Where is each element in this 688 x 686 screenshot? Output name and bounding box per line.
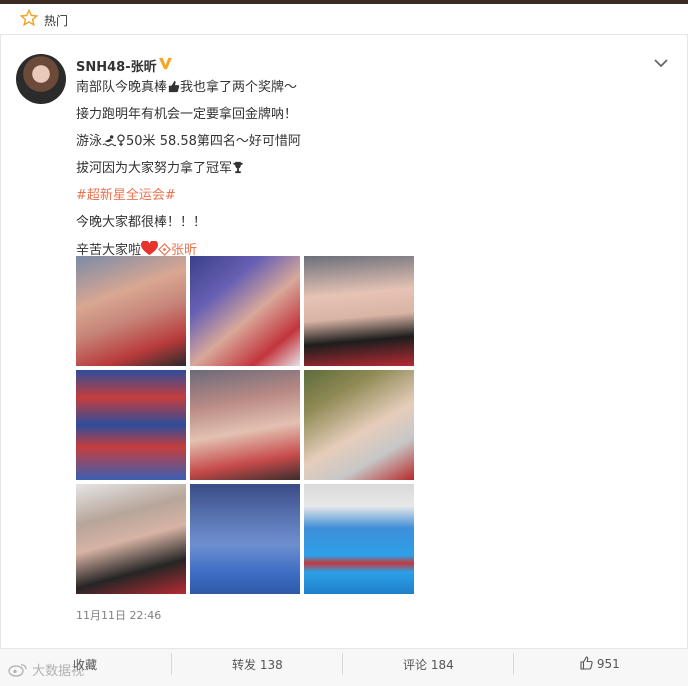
photo-3[interactable]	[304, 256, 414, 366]
heart-emoji-icon	[141, 241, 158, 256]
like-count: 951	[596, 657, 620, 671]
post-line-2: 接力跑明年有机会一定要拿回金牌呐！	[76, 107, 298, 122]
photo-8[interactable]	[190, 484, 300, 594]
repost-button[interactable]: 转发 138	[232, 656, 283, 673]
swimmer-emoji-icon	[102, 135, 117, 147]
weibo-logo-icon	[8, 664, 27, 677]
card-border-left	[0, 35, 1, 686]
topic-hashtag-link[interactable]: #超新星全运会#	[76, 187, 301, 214]
photo-9[interactable]	[304, 484, 414, 594]
trophy-emoji-icon	[233, 161, 243, 174]
post-line-3: 游泳 50米 58.58第四名～好可惜阿	[76, 134, 301, 149]
post-line-5: 今晚大家都很棒！！！	[76, 215, 207, 230]
thumbs-up-emoji-icon	[168, 80, 180, 93]
action-bar: 收藏 转发 138 评论 184 951	[0, 648, 688, 686]
photo-4[interactable]	[76, 370, 186, 480]
vip-v-icon	[158, 57, 173, 70]
photo-1[interactable]	[76, 256, 186, 366]
post-timestamp[interactable]: 11月11日 22:46	[76, 607, 161, 623]
hot-label: 热门	[44, 14, 69, 28]
chevron-down-icon[interactable]	[654, 58, 668, 68]
post-line-4: 拔河因为大家努力拿了冠军	[76, 160, 301, 187]
thumbs-up-icon	[580, 656, 593, 670]
star-outline-icon	[20, 9, 38, 27]
photo-2[interactable]	[190, 256, 300, 366]
watermark: 大数据视	[8, 660, 84, 679]
like-button[interactable]: 951	[579, 656, 620, 671]
photo-grid	[76, 256, 414, 594]
post-line-1: 南部队今晚真棒 我也拿了两个奖牌～	[76, 80, 298, 95]
mention-diamond-icon	[158, 243, 171, 256]
avatar[interactable]	[16, 54, 66, 104]
photo-6[interactable]	[304, 370, 414, 480]
comment-button[interactable]: 评论 184	[403, 656, 454, 673]
hot-tab-bar[interactable]: 热门	[0, 4, 688, 35]
action-divider	[171, 653, 172, 675]
username[interactable]: SNH48-张昕	[76, 56, 157, 75]
action-divider	[513, 653, 514, 675]
photo-5[interactable]	[190, 370, 300, 480]
photo-7[interactable]	[76, 484, 186, 594]
action-divider	[342, 653, 343, 675]
post-text: 南部队今晚真棒 我也拿了两个奖牌～ 接力跑明年有机会一定要拿回金牌呐！ 游泳 50米…	[76, 79, 301, 268]
female-emoji-icon	[117, 134, 125, 147]
